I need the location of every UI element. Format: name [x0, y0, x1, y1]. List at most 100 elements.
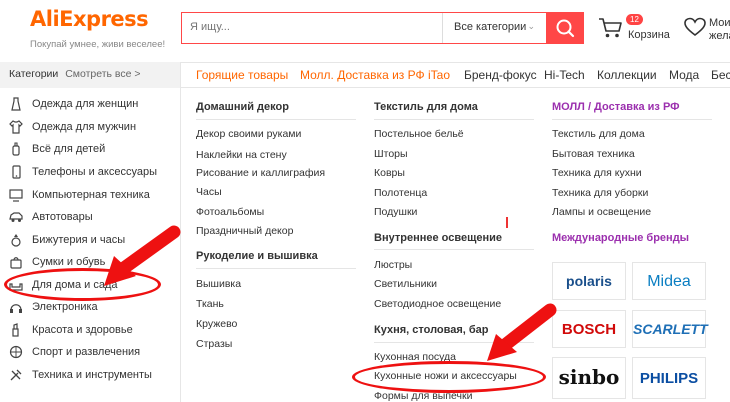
- divider: [374, 249, 534, 250]
- menu-link[interactable]: Вышивка: [196, 278, 241, 290]
- nav-mall-russia[interactable]: Молл. Доставка из РФ: [300, 68, 425, 82]
- menu-link[interactable]: Светильники: [374, 278, 437, 290]
- wishlist-button[interactable]: [683, 16, 707, 41]
- menu-link[interactable]: Часы: [196, 186, 222, 198]
- menu-link[interactable]: Праздничный декор: [196, 225, 293, 237]
- sidebar-item-label: Красота и здоровье: [32, 324, 133, 336]
- sidebar-item-label: Спорт и развлечения: [32, 346, 141, 358]
- header: AliExpress Покупай умнее, живи веселее! …: [0, 0, 730, 58]
- makeup-icon: [12, 323, 19, 337]
- brand-tile-scarlett[interactable]: SCARLETT: [632, 310, 708, 348]
- sidebar-item-phones[interactable]: Телефоны и аксессуары: [0, 162, 180, 184]
- menu-link[interactable]: Люстры: [374, 259, 412, 271]
- nav-hot-deals[interactable]: Горящие товары: [196, 68, 288, 82]
- sidebar-item-kids[interactable]: Всё для детей: [0, 139, 180, 161]
- sidebar-item-label: Компьютерная техника: [32, 189, 150, 201]
- nav-hi-tech[interactable]: Hi-Tech: [544, 68, 585, 82]
- heading-kitchen-dining[interactable]: Кухня, столовая, бар: [374, 324, 489, 336]
- menu-link[interactable]: Фотоальбомы: [196, 206, 264, 218]
- heading-indoor-lighting[interactable]: Внутреннее освещение: [374, 232, 502, 244]
- menu-link[interactable]: Ковры: [374, 167, 405, 179]
- search-input[interactable]: [190, 21, 440, 33]
- phone-icon: [12, 165, 21, 179]
- sidebar-item-label: Бижутерия и часы: [32, 234, 126, 246]
- brand-logo: SCARLETT: [633, 321, 708, 337]
- brand-tile-bosch[interactable]: BOSCH: [552, 310, 626, 348]
- menu-link[interactable]: Текстиль для дома: [552, 128, 645, 140]
- ball-icon: [9, 345, 23, 359]
- nav-fashion[interactable]: Мода: [669, 68, 699, 82]
- search-category-select[interactable]: Все категории ⌄: [442, 13, 545, 43]
- sidebar-item-label: Сумки и обувь: [32, 256, 106, 268]
- menu-link[interactable]: Кружево: [196, 318, 237, 330]
- brand-tile-sinbo[interactable]: sinbo: [552, 357, 626, 399]
- brand-tile-polaris[interactable]: polaris: [552, 262, 626, 300]
- cart-icon: [599, 18, 622, 38]
- cart-count-badge: 12: [626, 14, 643, 25]
- dress-icon: [11, 97, 21, 111]
- sidebar-item-label: Одежда для женщин: [32, 98, 139, 110]
- brand-tile-philips[interactable]: PHILIPS: [632, 357, 706, 399]
- tagline: Покупай умнее, живи веселее!: [30, 39, 166, 50]
- menu-link[interactable]: Декор своими руками: [196, 128, 301, 140]
- sidebar-item-men[interactable]: Одежда для мужчин: [0, 117, 180, 139]
- heading-needlework[interactable]: Рукоделие и вышивка: [196, 250, 318, 262]
- sidebar-item-auto[interactable]: Автотовары: [0, 207, 180, 229]
- nav-collections[interactable]: Коллекции: [597, 68, 657, 82]
- menu-link[interactable]: Техника для кухни: [552, 167, 642, 179]
- menu-link[interactable]: Бытовая техника: [552, 148, 635, 160]
- menu-link[interactable]: Ткань: [196, 298, 224, 310]
- sidebar-item-tools[interactable]: Техника и инструменты: [0, 365, 180, 387]
- sidebar-item-label: Телефоны и аксессуары: [32, 166, 157, 178]
- menu-link[interactable]: Шторы: [374, 148, 408, 160]
- menu-link[interactable]: Полотенца: [374, 187, 427, 199]
- sidebar-item-computers[interactable]: Компьютерная техника: [0, 185, 180, 207]
- categories-header[interactable]: Категории Смотреть все >: [0, 62, 181, 88]
- search-category-label: Все категории: [454, 21, 527, 33]
- baby-bottle-icon: [12, 142, 20, 156]
- heading-home-textile[interactable]: Текстиль для дома: [374, 101, 478, 113]
- menu-link[interactable]: Рисование и каллиграфия: [196, 167, 325, 179]
- highlight-ellipse-kitchen-knives: [352, 361, 546, 393]
- menu-link[interactable]: Стразы: [196, 338, 232, 350]
- ring-icon: [11, 234, 21, 247]
- brand-logo: BOSCH: [561, 321, 617, 338]
- wishlist-label[interactable]: Мои: [709, 17, 730, 29]
- shirt-icon: [9, 120, 23, 134]
- brand-tile-midea[interactable]: Midea: [632, 262, 706, 300]
- sidebar-item-women[interactable]: Одежда для женщин: [0, 94, 180, 116]
- nav-itao[interactable]: iTao: [428, 68, 450, 82]
- menu-link[interactable]: Лампы и освещение: [552, 206, 651, 218]
- menu-link[interactable]: Техника для уборки: [552, 187, 648, 199]
- search-button[interactable]: [546, 12, 584, 44]
- sidebar-item-label: Электроника: [32, 301, 98, 313]
- car-icon: [9, 212, 23, 222]
- chevron-down-icon: ⌄: [527, 21, 535, 31]
- nav-best[interactable]: Бест: [711, 68, 730, 82]
- brand-logo: polaris: [566, 273, 612, 289]
- menu-link[interactable]: Светодиодное освещение: [374, 298, 501, 310]
- nav-brand-focus[interactable]: Бренд-фокус: [464, 68, 537, 82]
- sidebar-item-label: Техника и инструменты: [32, 369, 152, 381]
- wishlist-label-2[interactable]: жела: [709, 30, 730, 42]
- heading-home-decor[interactable]: Домашний декор: [196, 101, 289, 113]
- sidebar-item-sport[interactable]: Спорт и развлечения: [0, 342, 180, 364]
- cursor-mark: [506, 217, 508, 228]
- menu-link[interactable]: Подушки: [374, 206, 417, 218]
- heart-icon: [684, 17, 706, 37]
- see-all-link[interactable]: Смотреть все >: [65, 68, 140, 80]
- heading-international-brands[interactable]: Международные бренды: [552, 232, 689, 244]
- headphones-icon: [10, 304, 22, 313]
- heading-mall-russia[interactable]: МОЛЛ / Доставка из РФ: [552, 101, 680, 113]
- highlight-ellipse-home-garden: [4, 268, 161, 301]
- category-sidebar: Одежда для женщин Одежда для мужчин Всё …: [0, 88, 181, 402]
- menu-link[interactable]: Постельное бельё: [374, 128, 464, 140]
- aliexpress-logo[interactable]: AliExpress: [30, 7, 149, 31]
- sidebar-item-jewelry[interactable]: Бижутерия и часы: [0, 230, 180, 252]
- arrow-to-kitchen-knives: [487, 303, 557, 361]
- tools-icon: [10, 369, 22, 381]
- sidebar-item-label: Автотовары: [32, 211, 93, 223]
- menu-link[interactable]: Наклейки на стену: [196, 149, 287, 161]
- sidebar-item-beauty[interactable]: Красота и здоровье: [0, 320, 180, 342]
- cart-label[interactable]: Корзина: [628, 29, 670, 41]
